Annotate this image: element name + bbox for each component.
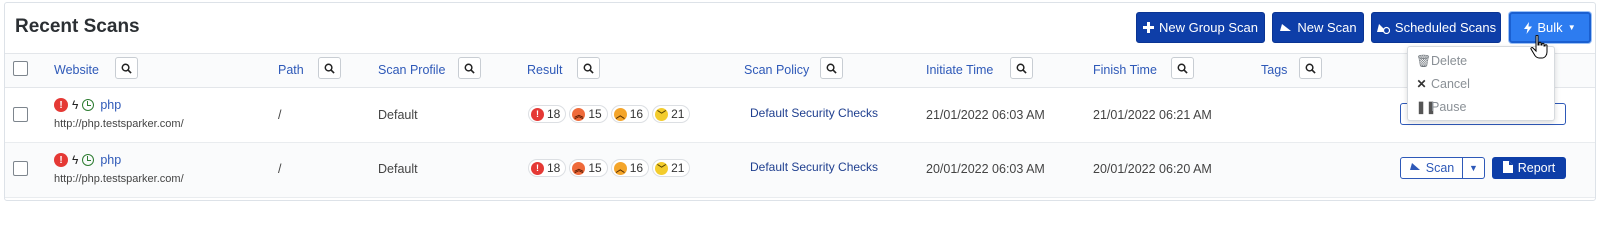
bulk-delete-label: Delete: [1431, 54, 1468, 68]
search-icon: [464, 63, 475, 74]
tags-search-button[interactable]: [1299, 57, 1322, 79]
bulk-pause-item[interactable]: ❚❚ Pause: [1416, 100, 1466, 114]
path-search-button[interactable]: [318, 57, 341, 79]
pause-icon: ❚❚: [1416, 100, 1437, 114]
bolt-icon: ϟ: [72, 153, 79, 167]
column-finish-time[interactable]: Finish Time: [1093, 63, 1157, 77]
search-icon: [1305, 63, 1316, 74]
scan-policy-search-button[interactable]: [820, 57, 843, 79]
caret-down-icon: ▼: [1567, 23, 1576, 32]
high-count-badge[interactable]: ︽ 15: [569, 105, 608, 123]
new-scan-label: New Scan: [1297, 20, 1357, 35]
row-checkbox[interactable]: [13, 107, 28, 122]
close-icon: ✕: [1416, 77, 1427, 91]
critical-count-badge[interactable]: ! 18: [528, 105, 567, 123]
scan-wave-icon: [1409, 161, 1421, 175]
clock-icon: [82, 154, 95, 166]
website-cell[interactable]: ! ϟ php: [54, 97, 121, 113]
column-scan-policy[interactable]: Scan Policy: [744, 63, 809, 77]
low-icon: ﹀: [655, 161, 669, 175]
scan-profile-search-button[interactable]: [458, 57, 481, 79]
hand-pointer-cursor: [1530, 34, 1548, 59]
bolt-icon: [1524, 21, 1533, 34]
column-path[interactable]: Path: [278, 63, 304, 77]
website-cell[interactable]: ! ϟ php: [54, 152, 121, 168]
search-icon: [324, 63, 335, 74]
medium-icon: ︿: [613, 107, 627, 121]
medium-count-badge[interactable]: ︿ 16: [610, 159, 650, 177]
search-icon: [121, 63, 132, 74]
select-all-checkbox[interactable]: [13, 61, 28, 76]
search-icon: [583, 63, 594, 74]
column-scan-profile[interactable]: Scan Profile: [378, 63, 445, 77]
result-cell: ! 18 ︽ 15 ︿ 16 ﹀ 21: [528, 159, 691, 177]
clock-icon: [82, 99, 95, 111]
bulk-dropdown-button[interactable]: Bulk ▼: [1509, 12, 1591, 43]
website-name[interactable]: php: [100, 98, 121, 112]
low-icon: ﹀: [655, 107, 669, 121]
document-icon: [1502, 160, 1513, 176]
scan-profile-cell: Default: [378, 162, 418, 176]
bulk-pause-label: Pause: [1431, 100, 1467, 114]
scan-policy-link[interactable]: Default Security Checks: [750, 106, 878, 120]
initiate-time-cell: 20/01/2022 06:03 AM: [926, 162, 1045, 176]
scan-wave-icon: [1279, 22, 1292, 33]
finish-time-cell: 21/01/2022 06:21 AM: [1093, 108, 1212, 122]
new-scan-button[interactable]: New Scan: [1272, 12, 1364, 43]
bulk-label: Bulk: [1537, 20, 1563, 35]
new-group-scan-button[interactable]: New Group Scan: [1136, 12, 1265, 43]
plus-icon: [1143, 22, 1154, 33]
finish-time-search-button[interactable]: [1171, 57, 1194, 79]
scan-policy-link[interactable]: Default Security Checks: [750, 160, 878, 174]
scheduled-scans-label: Scheduled Scans: [1394, 20, 1497, 35]
report-label: Report: [1517, 161, 1556, 175]
low-count-badge[interactable]: ﹀ 21: [652, 105, 691, 123]
scan-options-dropdown[interactable]: ▼: [1463, 157, 1485, 179]
caret-down-icon: ▼: [1469, 163, 1478, 173]
search-icon: [1177, 63, 1188, 74]
scheduled-scan-icon: [1376, 22, 1390, 34]
website-name[interactable]: php: [100, 153, 121, 167]
finish-time-cell: 20/01/2022 06:20 AM: [1093, 162, 1212, 176]
column-initiate-time[interactable]: Initiate Time: [926, 63, 993, 77]
column-result[interactable]: Result: [527, 63, 562, 77]
row-checkbox[interactable]: [13, 161, 28, 176]
website-url: http://php.testsparker.com/: [54, 118, 184, 130]
trash-icon: 🗑: [1416, 54, 1432, 68]
scan-label: Scan: [1425, 161, 1455, 175]
critical-icon: !: [531, 107, 544, 121]
low-count-badge[interactable]: ﹀ 21: [652, 159, 691, 177]
search-icon: [826, 63, 837, 74]
website-url: http://php.testsparker.com/: [54, 173, 184, 185]
new-group-scan-label: New Group Scan: [1159, 20, 1258, 35]
critical-alert-icon: !: [54, 153, 68, 167]
bulk-cancel-item[interactable]: ✕ Cancel: [1416, 77, 1470, 91]
result-cell: ! 18 ︽ 15 ︿ 16 ﹀ 21: [528, 105, 691, 123]
report-button[interactable]: Report: [1492, 157, 1566, 179]
high-icon: ︽: [572, 161, 586, 175]
path-cell: /: [278, 162, 282, 176]
scan-button[interactable]: Scan: [1400, 157, 1463, 179]
scheduled-scans-button[interactable]: Scheduled Scans: [1371, 12, 1501, 43]
website-search-button[interactable]: [115, 57, 138, 79]
high-icon: ︽: [572, 107, 586, 121]
bolt-icon: ϟ: [72, 98, 79, 112]
critical-alert-icon: !: [54, 98, 68, 112]
bulk-delete-item[interactable]: 🗑 Delete: [1416, 54, 1467, 68]
initiate-time-search-button[interactable]: [1010, 57, 1033, 79]
medium-icon: ︿: [613, 161, 627, 175]
result-search-button[interactable]: [577, 57, 600, 79]
critical-count-badge[interactable]: ! 18: [528, 159, 567, 177]
scan-profile-cell: Default: [378, 108, 418, 122]
initiate-time-cell: 21/01/2022 06:03 AM: [926, 108, 1045, 122]
medium-count-badge[interactable]: ︿ 16: [610, 105, 650, 123]
column-tags[interactable]: Tags: [1261, 63, 1287, 77]
bulk-cancel-label: Cancel: [1431, 77, 1470, 91]
search-icon: [1016, 63, 1027, 74]
path-cell: /: [278, 108, 282, 122]
high-count-badge[interactable]: ︽ 15: [569, 159, 608, 177]
page-title: Recent Scans: [15, 16, 140, 37]
critical-icon: !: [531, 161, 544, 175]
column-website[interactable]: Website: [54, 63, 99, 77]
